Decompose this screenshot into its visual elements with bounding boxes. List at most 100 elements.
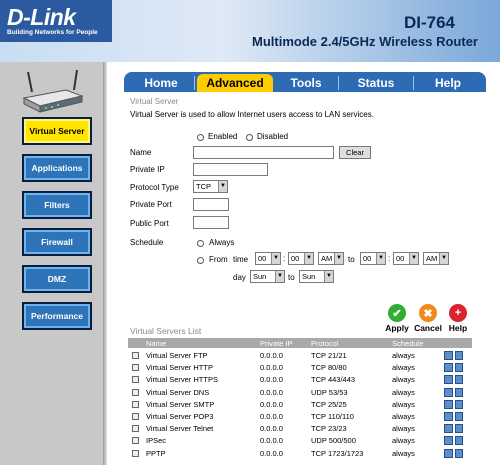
nav-filters[interactable]: Filters: [22, 191, 92, 219]
nav-dmz[interactable]: DMZ: [22, 265, 92, 293]
clear-button[interactable]: Clear: [339, 146, 371, 159]
edit-icon[interactable]: [444, 448, 453, 458]
from-radio[interactable]: [197, 257, 204, 264]
apply-button[interactable]: ✔ Apply: [382, 304, 412, 333]
trash-icon[interactable]: [455, 363, 463, 373]
to-ampm-value: AM: [426, 254, 438, 263]
product-subtitle: Multimode 2.4/5GHz Wireless Router: [252, 34, 478, 49]
row-schedule: always: [392, 448, 415, 458]
edit-icon[interactable]: [444, 351, 453, 360]
enabled-radio[interactable]: [197, 134, 204, 141]
to-hour-value: 00: [363, 254, 372, 263]
to-ampm-select[interactable]: AM ▼: [423, 252, 449, 265]
row-schedule: always: [392, 387, 415, 397]
row-protocol: TCP 21/21: [311, 351, 347, 360]
row-private-ip: 0.0.0.0: [260, 412, 283, 421]
cancel-button[interactable]: ✖ Cancel: [412, 304, 444, 333]
tab-status[interactable]: Status: [341, 74, 411, 92]
row-schedule: always: [392, 436, 415, 446]
edit-icon[interactable]: [444, 363, 453, 373]
row-checkbox[interactable]: [132, 352, 139, 359]
tab-help[interactable]: Help: [416, 74, 480, 92]
row-name: Virtual Server Telnet: [146, 424, 214, 434]
chevron-down-icon: ▼: [376, 253, 385, 264]
nav-applications[interactable]: Applications: [22, 154, 92, 182]
edit-icon[interactable]: [444, 399, 453, 409]
row-protocol: UDP 53/53: [311, 387, 348, 397]
from-minute-value: 00: [291, 254, 300, 263]
tab-tools[interactable]: Tools: [276, 74, 336, 92]
tab-advanced[interactable]: Advanced: [197, 74, 273, 92]
row-checkbox[interactable]: [132, 364, 139, 372]
to-label: to: [348, 255, 355, 264]
from-minute-select[interactable]: 00 ▼: [288, 252, 314, 265]
table-row: Virtual Server FTP 0.0.0.0 TCP 21/21 always: [128, 350, 472, 362]
dlink-logo: D-Link Building Networks for People: [0, 0, 112, 42]
trash-icon[interactable]: [455, 399, 463, 409]
row-protocol: TCP 443/443: [311, 375, 356, 385]
row-checkbox[interactable]: [132, 413, 139, 420]
row-checkbox[interactable]: [132, 376, 139, 384]
to-hour-select[interactable]: 00 ▼: [360, 252, 386, 265]
edit-icon[interactable]: [444, 412, 453, 421]
nav-virtual-server[interactable]: Virtual Server: [22, 117, 92, 145]
row-protocol: TCP 110/110: [311, 412, 354, 421]
trash-icon[interactable]: [455, 436, 463, 446]
row-checkbox[interactable]: [132, 425, 139, 433]
from-hour-select[interactable]: 00 ▼: [255, 252, 281, 265]
to-minute-select[interactable]: 00 ▼: [393, 252, 419, 265]
row-checkbox[interactable]: [132, 437, 139, 445]
trash-icon[interactable]: [455, 375, 463, 385]
row-protocol: TCP 23/23: [311, 424, 347, 434]
trash-icon[interactable]: [455, 387, 463, 397]
row-protocol: TCP 25/25: [311, 399, 347, 409]
row-checkbox[interactable]: [132, 388, 139, 396]
edit-icon[interactable]: [444, 387, 453, 397]
from-label: From: [209, 255, 228, 264]
edit-icon[interactable]: [444, 424, 453, 434]
nav-performance[interactable]: Performance: [22, 302, 92, 330]
private-ip-field[interactable]: [193, 163, 268, 176]
row-checkbox[interactable]: [132, 449, 139, 457]
tab-separator: [338, 76, 339, 90]
protocol-select[interactable]: TCP ▼: [193, 180, 228, 193]
row-private-ip: 0.0.0.0: [260, 351, 283, 360]
trash-icon[interactable]: [455, 424, 463, 434]
row-checkbox[interactable]: [132, 400, 139, 408]
table-row: Virtual Server Telnet 0.0.0.0 TCP 23/23 alw…: [128, 423, 472, 435]
row-protocol: TCP 1723/1723: [311, 448, 364, 458]
trash-icon[interactable]: [455, 412, 463, 421]
always-radio[interactable]: [197, 240, 204, 247]
table-row: Virtual Server POP3 0.0.0.0 TCP 110/110 alw…: [128, 411, 472, 423]
public-port-label: Public Port: [130, 219, 169, 228]
from-ampm-select[interactable]: AM ▼: [318, 252, 344, 265]
public-port-field[interactable]: [193, 216, 229, 229]
logo-text: D-Link: [7, 4, 76, 30]
row-name: Virtual Server POP3: [146, 412, 214, 421]
chevron-down-icon: ▼: [334, 253, 343, 264]
checkmark-icon: ✔: [388, 304, 406, 322]
column-header-protocol: Protocol: [311, 339, 339, 348]
help-button[interactable]: + Help: [444, 304, 472, 333]
cancel-label: Cancel: [414, 323, 442, 333]
nav-firewall[interactable]: Firewall: [22, 228, 92, 256]
sidebar-divider: [103, 62, 107, 465]
chevron-down-icon: ▼: [218, 181, 227, 192]
row-private-ip: 0.0.0.0: [260, 387, 283, 397]
trash-icon[interactable]: [455, 448, 463, 458]
row-schedule: always: [392, 363, 415, 373]
chevron-down-icon: ▼: [324, 271, 333, 282]
from-ampm-value: AM: [321, 254, 333, 263]
column-header-name: Name: [146, 339, 167, 348]
trash-icon[interactable]: [455, 351, 463, 360]
from-day-select[interactable]: Sun ▼: [250, 270, 285, 283]
private-port-field[interactable]: [193, 198, 229, 211]
chevron-down-icon: ▼: [275, 271, 284, 282]
to-day-select[interactable]: Sun ▼: [299, 270, 334, 283]
sidebar: Virtual Server Applications Filters Fire…: [0, 62, 103, 465]
edit-icon[interactable]: [444, 375, 453, 385]
tab-home[interactable]: Home: [130, 74, 192, 92]
disabled-radio[interactable]: [246, 134, 253, 141]
edit-icon[interactable]: [444, 436, 453, 446]
name-field[interactable]: [193, 146, 334, 159]
